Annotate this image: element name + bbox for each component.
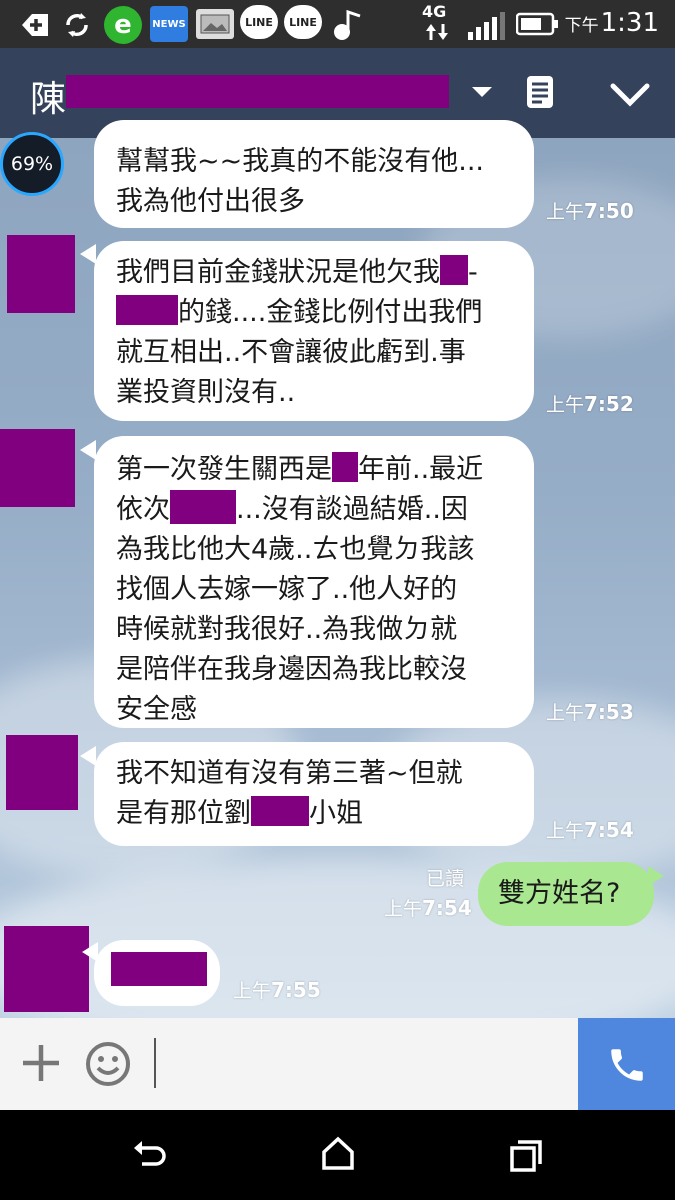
chat-title[interactable]: 陳 (30, 70, 66, 122)
message-bubble[interactable]: 我們目前金錢狀況是他欠我 - 的錢....金錢比例付出我們 就互相出..不會讓彼此… (94, 241, 534, 421)
avatar[interactable] (4, 926, 89, 1012)
message-line: 就互相出..不會讓彼此虧到.事 (116, 337, 466, 368)
bubble-tail (80, 746, 96, 766)
message-line: 找個人去嫁一嫁了..他人好的 (116, 574, 458, 605)
message-time: 上午7:52 (546, 392, 634, 416)
call-button[interactable] (578, 1018, 675, 1110)
message-line: 幫幫我~~我真的不能沒有他... (116, 146, 484, 177)
line-icon: LINE (284, 5, 322, 39)
battery-icon (515, 12, 560, 40)
line-icon: LINE (240, 5, 278, 39)
bubble-tail (80, 440, 96, 460)
message-line: 安全感 (116, 694, 197, 725)
emoji-icon[interactable] (84, 1040, 132, 1092)
text-input[interactable] (154, 1038, 156, 1088)
bubble-tail (648, 866, 664, 886)
message-time: 上午7:50 (546, 199, 634, 223)
home-icon[interactable] (320, 1136, 356, 1176)
message-bubble[interactable] (94, 940, 220, 1006)
message-line: 是陪伴在我身邊因為我比較沒 (116, 654, 467, 685)
network-type: 4G (422, 2, 447, 21)
avatar[interactable] (0, 429, 75, 507)
message-time: 上午7:53 (546, 700, 634, 724)
collapse-icon[interactable] (610, 83, 650, 111)
chevron-down-icon[interactable] (470, 84, 494, 104)
message-line: 是有那位劉 小姐 (116, 796, 363, 829)
back-icon[interactable] (132, 1138, 168, 1178)
signal-icon (466, 12, 506, 44)
message-line: 依次 ...沒有談過結婚..因 (116, 490, 512, 530)
notes-icon[interactable] (526, 75, 554, 113)
message-time: 上午7:54 (384, 896, 472, 920)
recents-icon[interactable] (508, 1138, 544, 1178)
message-line: 我為他付出很多 (116, 186, 305, 217)
music-icon (330, 9, 364, 40)
plus-icon[interactable] (20, 1042, 62, 1088)
sync-icon (60, 10, 94, 40)
message-time: 上午7:54 (546, 818, 634, 842)
message-bubble[interactable]: 第一次發生關西是 年前..最近 依次 ...沒有談過結婚..因 為我比他大4歲..ㄊ… (94, 436, 534, 728)
message-line: 業投資則沒有.. (116, 377, 296, 408)
redacted-message (111, 952, 207, 986)
news-label: NEWS (152, 18, 186, 30)
add-icon (18, 10, 52, 40)
clock-prefix: 下午 (564, 16, 599, 36)
message-bubble[interactable]: 我不知道有沒有第三著~但就 是有那位劉 小姐 (94, 742, 534, 846)
clock-time: 1:31 (600, 8, 659, 38)
message-time: 上午7:55 (233, 978, 321, 1002)
battery-overlay[interactable]: 69% (0, 132, 64, 196)
read-receipt: 已讀 (426, 868, 465, 890)
message-line: 為我比他大4歲..ㄊ也覺ㄉ我該 (116, 534, 475, 565)
message-line: 我不知道有沒有第三著~但就 (116, 758, 463, 789)
data-arrows-icon (424, 22, 450, 46)
phone-icon (606, 1044, 648, 1090)
news-icon: NEWS (150, 6, 188, 42)
message-line: 我們目前金錢狀況是他欠我 - (116, 255, 478, 288)
avatar[interactable] (7, 235, 75, 313)
bubble-tail (80, 244, 96, 264)
avatar[interactable] (6, 735, 78, 810)
message-line: 第一次發生關西是 年前..最近 (116, 452, 484, 485)
line-label: LINE (289, 15, 317, 29)
battery-percent: 69% (10, 153, 54, 175)
message-line: 的錢....金錢比例付出我們 (116, 293, 512, 333)
message-line: 時候就對我很好..為我做ㄉ就 (116, 614, 458, 645)
line-label: LINE (245, 15, 273, 29)
my-message-bubble[interactable]: 雙方姓名? (478, 862, 654, 926)
gallery-icon (196, 9, 234, 39)
browser-icon: e (104, 6, 142, 44)
redacted-name (66, 75, 449, 108)
clock: 下午1:31 (565, 8, 659, 38)
status-bar: e NEWS LINE LINE 4G 下午1:31 (0, 0, 675, 48)
message-bubble[interactable]: 幫幫我~~我真的不能沒有他... 我為他付出很多 (94, 120, 534, 228)
